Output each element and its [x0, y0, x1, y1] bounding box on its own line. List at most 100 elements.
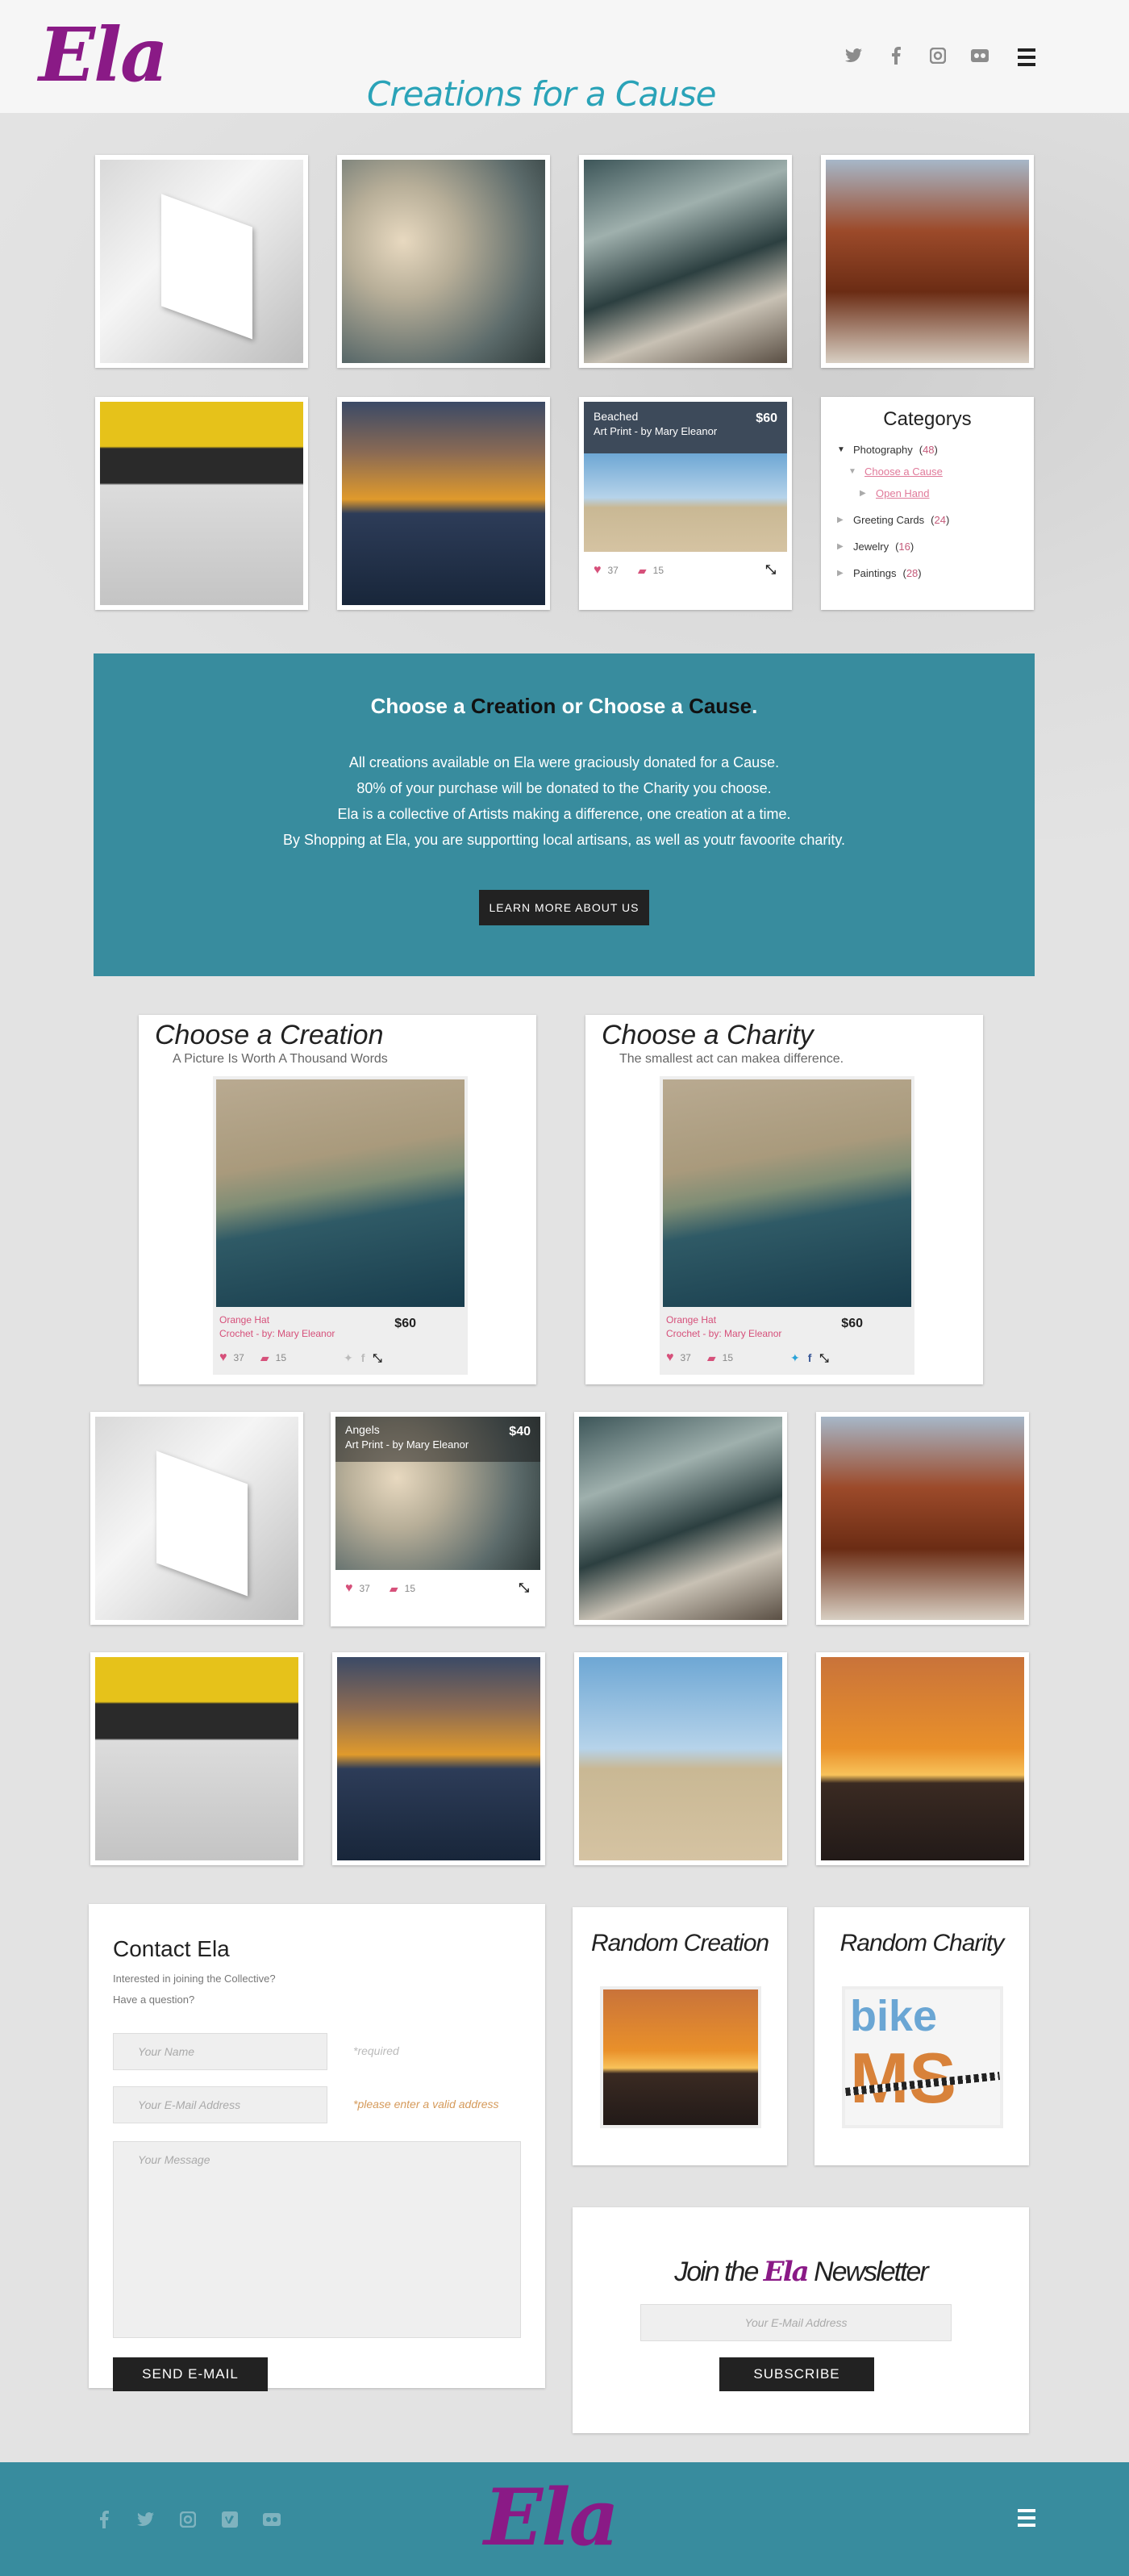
- product-subtitle: Art Print - by Mary Eleanor: [345, 1438, 469, 1451]
- gallery-tile[interactable]: [332, 1652, 545, 1865]
- about-banner: Choose a Creation or Choose a Cause. All…: [94, 653, 1035, 976]
- rusted-vessel-image: [826, 160, 1029, 363]
- twitter-icon[interactable]: [844, 45, 864, 66]
- heart-icon[interactable]: ♥: [594, 563, 602, 578]
- item-subtitle: Crochet - by: Mary Eleanor: [219, 1328, 335, 1339]
- caret-right-icon: ▶: [837, 569, 844, 578]
- gallery-tile[interactable]: [90, 1412, 303, 1625]
- vimeo-icon[interactable]: [219, 2509, 240, 2530]
- name-hint: *required: [353, 2044, 399, 2057]
- gallery-tile[interactable]: [816, 1652, 1029, 1865]
- facebook-icon[interactable]: [885, 45, 906, 66]
- twitter-icon[interactable]: ✦: [344, 1351, 353, 1365]
- category-photography[interactable]: ▼ Photography (48): [837, 444, 1018, 456]
- contact-title: Contact Ela: [113, 1936, 230, 1961]
- random-creation-thumb[interactable]: [600, 1986, 761, 2128]
- random-charity-thumb[interactable]: bike MS: [842, 1986, 1003, 2128]
- email-field[interactable]: Your E-Mail Address: [113, 2086, 327, 2123]
- footer-logo[interactable]: Ela: [484, 2474, 619, 2562]
- categories-panel: Categorys ▼ Photography (48) ▼ Choose a …: [821, 397, 1034, 610]
- facebook-icon[interactable]: [94, 2509, 115, 2530]
- twitter-icon[interactable]: [135, 2509, 156, 2530]
- comment-icon[interactable]: ▰: [260, 1351, 269, 1365]
- gallery-tile[interactable]: [90, 1652, 303, 1865]
- greeting-card-image: [95, 1417, 298, 1620]
- category-count: 28: [906, 567, 919, 579]
- heart-icon[interactable]: ♥: [666, 1351, 674, 1365]
- item-price: $60: [394, 1317, 416, 1330]
- banner-line: 80% of your purchase will be donated to …: [356, 780, 772, 796]
- product-card-footer: ♥ 37 ▰ 15 ⤡: [584, 552, 787, 589]
- category-choose-a-cause[interactable]: ▼ Choose a Cause: [837, 466, 1018, 478]
- category-jewelry[interactable]: ▶ Jewelry (16): [837, 541, 1018, 553]
- newsletter-email-input[interactable]: Your E-Mail Address: [640, 2304, 952, 2341]
- item-price: $60: [841, 1317, 863, 1330]
- learn-more-button[interactable]: LEARN MORE ABOUT US: [479, 890, 649, 925]
- contact-intro: Interested in joining the Collective? Ha…: [113, 1973, 276, 2006]
- gallery-tile[interactable]: [95, 155, 308, 368]
- gallery-tile[interactable]: [95, 397, 308, 610]
- banner-line: All creations available on Ela were grac…: [348, 754, 780, 770]
- expand-icon[interactable]: ⤡: [765, 563, 776, 578]
- flickr-icon[interactable]: [261, 2509, 282, 2530]
- panel-title: Choose a Creation: [155, 1020, 384, 1050]
- gallery-tile[interactable]: [337, 155, 550, 368]
- category-open-hand[interactable]: ▶ Open Hand: [837, 487, 1018, 499]
- item-meta: Orange Hat Crochet - by: Mary Eleanor $6…: [663, 1307, 911, 1347]
- rocks-photo-image: [579, 1417, 782, 1620]
- subscribe-button[interactable]: SUBSCRIBE: [719, 2357, 874, 2391]
- comment-icon[interactable]: ▰: [707, 1351, 716, 1365]
- expand-icon[interactable]: ⤡: [373, 1351, 381, 1365]
- comment-icon[interactable]: ▰: [390, 1582, 398, 1596]
- menu-icon[interactable]: [1018, 2509, 1035, 2527]
- expand-icon[interactable]: ⤡: [819, 1351, 828, 1365]
- instagram-icon[interactable]: [927, 45, 948, 66]
- orange-sunset-image: [603, 1989, 758, 2125]
- panel-title: Choose a Charity: [602, 1020, 814, 1050]
- expand-icon[interactable]: ⤡: [519, 1581, 529, 1596]
- aerial-coast-image: [216, 1079, 465, 1307]
- panel-subtitle: A Picture Is Worth A Thousand Words: [173, 1052, 388, 1066]
- name-field[interactable]: Your Name: [113, 2033, 327, 2070]
- gallery-tile[interactable]: [816, 1412, 1029, 1625]
- awning-flowers-image: [95, 1657, 298, 1860]
- facebook-icon[interactable]: f: [808, 1351, 812, 1365]
- featured-item[interactable]: Orange Hat Crochet - by: Mary Eleanor $6…: [213, 1076, 468, 1375]
- footer: Ela: [0, 2462, 1129, 2576]
- product-card-beached[interactable]: Beached Art Print - by Mary Eleanor $60 …: [579, 397, 792, 610]
- newsletter-logo: Ela: [763, 2256, 810, 2288]
- category-label: Photography: [853, 444, 913, 456]
- banner-line: By Shopping at Ela, you are supportting …: [282, 832, 846, 848]
- category-paintings[interactable]: ▶ Paintings (28): [837, 567, 1018, 579]
- ela-logo[interactable]: Ela: [39, 15, 169, 95]
- rocks-photo-image: [584, 160, 787, 363]
- share-icons: ✦ f ⤡: [790, 1351, 829, 1365]
- menu-icon[interactable]: [1018, 48, 1035, 66]
- product-card-angels[interactable]: Angels Art Print - by Mary Eleanor $40 ♥…: [331, 1412, 545, 1626]
- category-label: Jewelry: [853, 541, 889, 553]
- category-greeting-cards[interactable]: ▶ Greeting Cards (24): [837, 514, 1018, 526]
- heart-icon[interactable]: ♥: [219, 1351, 227, 1365]
- sunset-sea-image: [337, 1657, 540, 1860]
- featured-item[interactable]: Orange Hat Crochet - by: Mary Eleanor $6…: [660, 1076, 914, 1375]
- sunset-sea-image: [342, 402, 545, 605]
- flickr-icon[interactable]: [969, 45, 990, 66]
- like-count: 37: [607, 565, 619, 576]
- like-count: 37: [359, 1583, 370, 1594]
- send-email-button[interactable]: SEND E-MAIL: [113, 2357, 268, 2391]
- gallery-tile[interactable]: [579, 155, 792, 368]
- gallery-tile[interactable]: [574, 1652, 787, 1865]
- categories-title: Categorys: [883, 408, 972, 430]
- heart-icon[interactable]: ♥: [345, 1581, 353, 1596]
- message-field[interactable]: Your Message: [113, 2141, 521, 2338]
- facebook-icon[interactable]: f: [361, 1351, 365, 1365]
- header-social: [844, 45, 990, 66]
- product-card-footer: ♥ 37 ▰ 15 ⤡: [335, 1570, 540, 1607]
- twitter-icon[interactable]: ✦: [790, 1351, 800, 1365]
- item-title: Orange Hat: [666, 1314, 717, 1326]
- gallery-tile[interactable]: [574, 1412, 787, 1625]
- gallery-tile[interactable]: [821, 155, 1034, 368]
- comment-icon[interactable]: ▰: [638, 564, 647, 578]
- instagram-icon[interactable]: [177, 2509, 198, 2530]
- gallery-tile[interactable]: [337, 397, 550, 610]
